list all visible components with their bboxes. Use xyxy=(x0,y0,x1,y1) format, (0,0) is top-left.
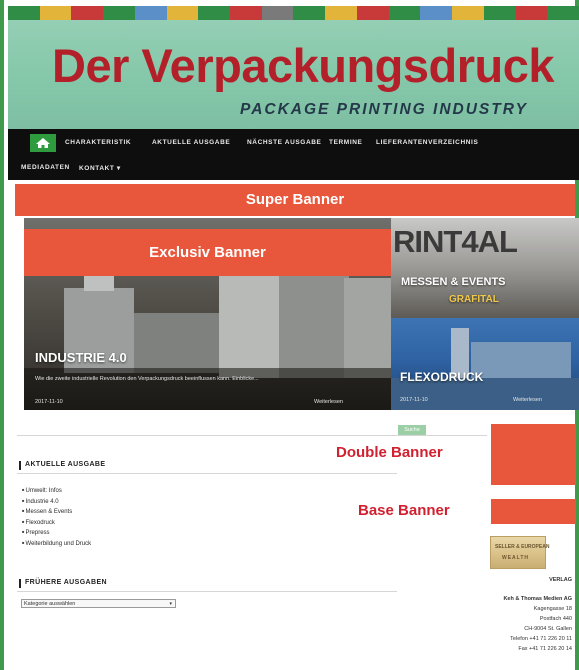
tile-bottom-caption: FLEXODRUCK xyxy=(400,370,484,384)
current-issue-list: Umwelt: Infos Industrie 4.0 Messen & Eve… xyxy=(22,485,92,549)
content-divider xyxy=(17,435,487,436)
header-stripe xyxy=(325,6,357,20)
chevron-down-icon: ▾ xyxy=(169,601,172,607)
header-stripe xyxy=(198,6,231,20)
feature-tile-print4all[interactable]: RINT4AL MESSEN & EVENTS GRAFITAL xyxy=(391,218,579,318)
nav-item-lieferantenverzeichnis[interactable]: LIEFERANTENVERZEICHNIS xyxy=(376,139,478,146)
list-item[interactable]: Industrie 4.0 xyxy=(22,496,91,507)
header-stripe xyxy=(388,6,421,20)
header-stripes xyxy=(8,6,579,20)
address-line: Kagengasse 18 xyxy=(533,606,572,612)
past-issues-select[interactable]: Kategorie auswählen ▾ xyxy=(21,599,176,608)
header-stripe xyxy=(420,6,453,20)
tile-bottom-more-link[interactable]: Weiterlesen xyxy=(513,397,542,403)
site-subtitle: PACKAGE PRINTING INDUSTRY xyxy=(240,101,528,118)
header-stripe xyxy=(134,6,167,20)
header-stripe xyxy=(39,6,72,20)
page: Der Verpackungsdruck PACKAGE PRINTING IN… xyxy=(0,0,579,670)
tile-main-teaser: Wie die zweite industrielle Revolution d… xyxy=(35,376,259,382)
nav-item-kontakt[interactable]: KONTAKT ▾ xyxy=(79,164,121,172)
list-item[interactable]: Weiterbildung und Druck xyxy=(22,538,92,549)
header-stripe xyxy=(293,6,326,20)
home-icon xyxy=(36,138,50,148)
site-header: Der Verpackungsdruck PACKAGE PRINTING IN… xyxy=(8,6,579,129)
tile-main-date: 2017-11-10 xyxy=(35,399,63,405)
partner-logo-line1: SELLER & EUROPEAN xyxy=(495,544,550,550)
partner-logo[interactable]: SELLER & EUROPEAN WEALTH xyxy=(490,536,550,569)
tile-main-more-link[interactable]: Weiterlesen xyxy=(314,399,343,405)
nav-item-charakteristik[interactable]: CHARAKTERISTIK xyxy=(65,139,131,146)
site-title[interactable]: Der Verpackungsdruck xyxy=(52,38,555,93)
main-nav: CHARAKTERISTIK AKTUELLE AUSGABE NÄCHSTE … xyxy=(8,129,579,180)
verlag-label: VERLAG xyxy=(549,577,572,583)
address-line: Keh & Thomas Medien AG xyxy=(503,596,572,602)
header-stripe xyxy=(452,6,484,20)
header-stripe xyxy=(71,6,104,20)
address-line: CH-9004 St. Gallen xyxy=(524,626,572,632)
current-issue-heading: AKTUELLE AUSGABE xyxy=(18,461,106,470)
past-issues-divider xyxy=(17,591,397,592)
tile-main-caption: INDUSTRIE 4.0 xyxy=(35,350,127,365)
current-issue-divider xyxy=(17,473,397,474)
feature-tile-flexodruck[interactable]: FLEXODRUCK 2017-11-10 Weiterlesen xyxy=(391,318,579,410)
header-stripe xyxy=(515,6,548,20)
super-banner[interactable]: Super Banner xyxy=(15,184,575,216)
tile-bottom-date: 2017-11-10 xyxy=(400,397,428,403)
select-value: Kategorie auswählen xyxy=(24,601,76,607)
header-stripe xyxy=(230,6,262,20)
base-banner-label: Base Banner xyxy=(358,502,450,519)
base-banner[interactable] xyxy=(491,499,576,524)
list-item[interactable]: Messen & Events xyxy=(22,506,91,517)
past-issues-heading: FRÜHERE AUSGABEN xyxy=(19,579,107,588)
left-border xyxy=(0,0,4,670)
tile-top-caption: RINT4AL xyxy=(393,224,518,259)
search-button[interactable]: Suche xyxy=(398,425,426,435)
address-line: Telefon +41 71 226 20 11 xyxy=(510,636,572,642)
double-banner-label: Double Banner xyxy=(336,444,443,461)
tile-top-sub2: GRAFITAL xyxy=(449,294,499,305)
header-stripe xyxy=(103,6,135,20)
address-line: Fax +41 71 226 20 14 xyxy=(518,646,572,652)
header-stripe xyxy=(483,6,516,20)
list-item[interactable]: Prepress xyxy=(22,527,91,538)
tile-top-sub: MESSEN & EVENTS xyxy=(401,276,506,288)
exclusiv-banner[interactable]: Exclusiv Banner xyxy=(24,229,391,276)
header-stripe xyxy=(166,6,199,20)
nav-item-aktuelle-ausgabe[interactable]: AKTUELLE AUSGABE xyxy=(152,139,230,146)
header-stripe xyxy=(261,6,294,20)
nav-item-naechste-ausgabe[interactable]: NÄCHSTE AUSGABE xyxy=(247,139,322,146)
double-banner[interactable] xyxy=(491,424,576,485)
list-item[interactable]: Flexodruck xyxy=(22,517,91,528)
header-stripe xyxy=(356,6,389,20)
header-stripe xyxy=(8,6,40,20)
address-line: Postfach 440 xyxy=(539,616,572,622)
header-stripe xyxy=(547,6,579,20)
list-item[interactable]: Umwelt: Infos xyxy=(22,485,91,496)
home-button[interactable] xyxy=(30,134,56,152)
partner-logo-line2: WEALTH xyxy=(502,555,530,561)
nav-item-mediadaten[interactable]: MEDIADATEN xyxy=(21,164,70,171)
nav-item-termine[interactable]: TERMINE xyxy=(329,139,362,146)
